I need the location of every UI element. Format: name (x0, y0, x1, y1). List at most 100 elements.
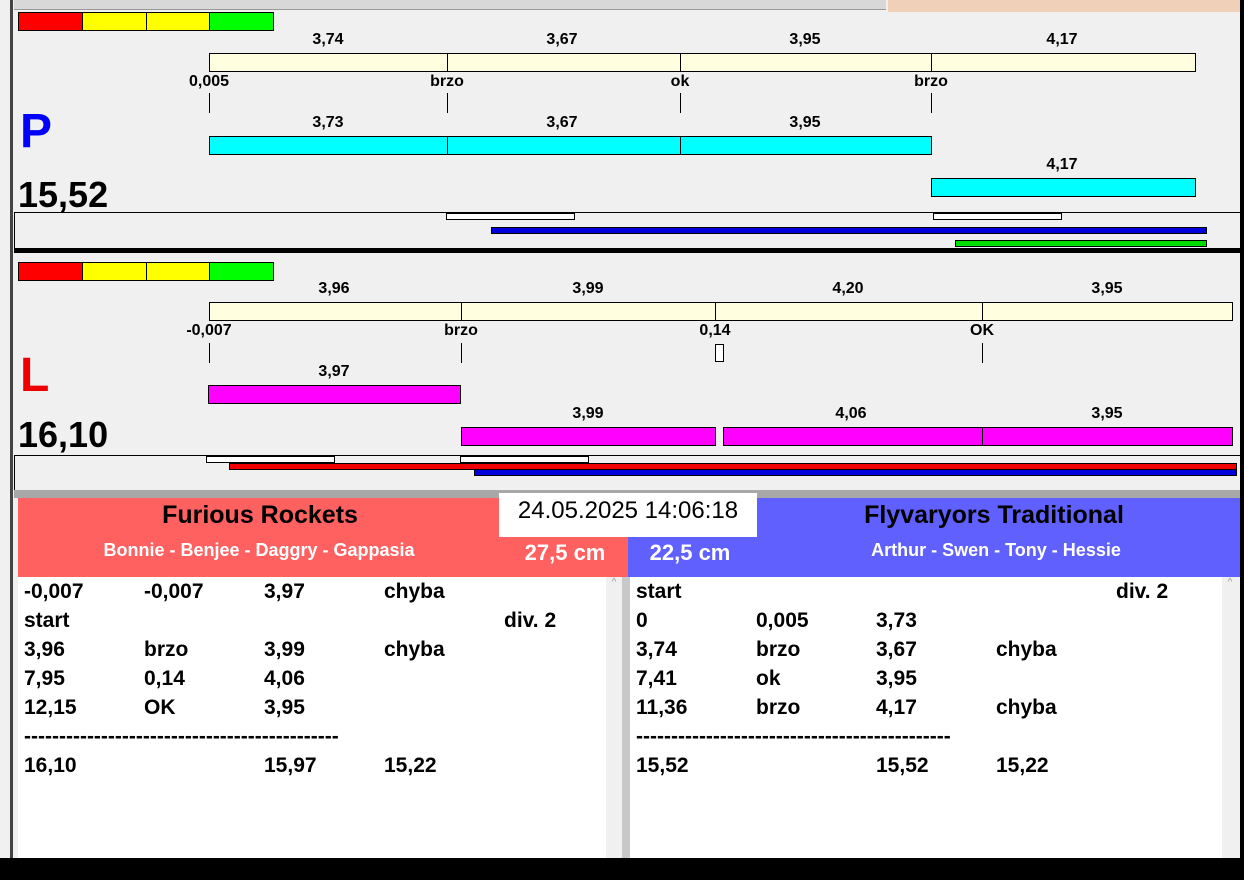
list-cell: 11,36 (636, 696, 688, 719)
list-cell: 15,52 (636, 754, 689, 777)
l-reference-segment (461, 302, 716, 321)
l-tick-box (715, 344, 724, 362)
right-results-list[interactable]: start div. 2 0 0,005 3,73 3,74 brzo 3,67 chyba 7,… (630, 577, 1222, 858)
list-cell: 15,22 (996, 754, 1049, 777)
p-color-scale (18, 12, 274, 31)
bottom-frame (0, 858, 1244, 880)
l-lane1-segment (208, 385, 461, 404)
p-tick (680, 93, 681, 113)
p-letter: P (20, 105, 53, 158)
l-reference-segment (715, 302, 983, 321)
list-cell: 0,005 (756, 609, 809, 632)
list-cell: OK (144, 696, 176, 719)
list-cell: brzo (144, 638, 189, 661)
p-lane1-segment (680, 136, 932, 155)
p-tick (447, 93, 448, 113)
p-blue-line (491, 227, 1207, 234)
p-reference-segment (209, 53, 448, 72)
list-cell: 15,97 (264, 754, 317, 777)
l-lane2-value: 4,06 (835, 405, 867, 422)
p-top-value: 3,95 (789, 31, 821, 48)
l-blue-line (474, 469, 1237, 476)
list-cell: ----------------------------------------… (24, 725, 339, 748)
p-top-value: 3,67 (546, 31, 578, 48)
right-team-distance: 22,5 cm (649, 540, 731, 565)
p-marker-box (446, 213, 575, 220)
list-cell: brzo (756, 696, 801, 719)
list-cell: 3,67 (876, 638, 917, 661)
p-mark: 0,005 (188, 73, 230, 90)
l-lane2-segment (723, 427, 983, 446)
l-reference-segment (982, 302, 1233, 321)
p-lane1-segment (447, 136, 681, 155)
list-cell: 15,22 (384, 754, 437, 777)
l-marker-box (460, 456, 589, 463)
l-tick (209, 343, 210, 363)
list-cell: 16,10 (24, 754, 77, 777)
p-total: 15,52 (18, 174, 109, 215)
top-tab-strip (14, 0, 886, 10)
list-cell: div. 2 (504, 609, 557, 632)
l-top-value: 3,95 (1091, 280, 1123, 297)
l-top-value: 3,96 (318, 280, 350, 297)
right-scrollbar[interactable]: ^ (1222, 577, 1238, 858)
scroll-up-icon[interactable]: ^ (1222, 577, 1238, 588)
left-results-list[interactable]: -0,007 -0,007 3,97 chyba start div. 2 3,96 brzo… (18, 577, 606, 858)
p-tick (209, 93, 210, 113)
right-team-members: Arthur - Swen - Tony - Hessie (871, 540, 1121, 560)
p-mark: ok (670, 73, 690, 90)
l-lane2-segment (461, 427, 716, 446)
list-cell: 4,17 (876, 696, 917, 719)
l-mark: -0,007 (186, 322, 232, 339)
list-cell: 15,52 (876, 754, 929, 777)
list-cell: -0,007 (24, 580, 84, 603)
list-cell: 3,96 (24, 638, 65, 661)
l-reference-segment (209, 302, 462, 321)
list-cell: 4,06 (264, 667, 305, 690)
l-lane2-value: 3,95 (1091, 405, 1123, 422)
list-cell: start (636, 580, 682, 603)
p-top-value: 3,74 (312, 31, 344, 48)
l-mark: 0,14 (699, 322, 731, 339)
list-cell: brzo (756, 638, 801, 661)
list-cell: chyba (384, 638, 445, 661)
left-team-members: Bonnie - Benjee - Daggry - Gappasia (103, 540, 415, 560)
list-cell: 3,73 (876, 609, 917, 632)
list-cell: chyba (384, 580, 445, 603)
left-frame (10, 0, 13, 880)
p-lane2-segment (931, 178, 1196, 197)
p-mark: brzo (914, 73, 948, 90)
list-cell: chyba (996, 696, 1057, 719)
list-cell: div. 2 (1116, 580, 1169, 603)
p-tick (931, 93, 932, 113)
p-reference-segment (931, 53, 1196, 72)
list-cell: start (24, 609, 70, 632)
l-total: 16,10 (18, 414, 109, 455)
list-cell: 3,97 (264, 580, 305, 603)
left-scrollbar[interactable]: ^ (606, 577, 622, 858)
list-cell: ok (756, 667, 781, 690)
l-tick (982, 343, 983, 363)
p-top-value: 4,17 (1046, 31, 1078, 48)
p-lane1-value: 3,73 (312, 114, 344, 131)
p-green-line (955, 240, 1207, 247)
l-mark: OK (970, 322, 994, 339)
p-lane2-value: 4,17 (1046, 156, 1078, 173)
p-lane1-value: 3,95 (789, 114, 821, 131)
left-team-name: Furious Rockets (162, 501, 358, 529)
list-cell: 0 (636, 609, 648, 632)
l-mark: brzo (444, 322, 478, 339)
list-cell: ----------------------------------------… (636, 725, 951, 748)
list-cell: 7,41 (636, 667, 677, 690)
l-lane2-value: 3,99 (572, 405, 604, 422)
l-letter: L (20, 349, 50, 402)
list-cell: 0,14 (144, 667, 185, 690)
p-lane1-segment (209, 136, 448, 155)
list-cell: 3,95 (876, 667, 917, 690)
p-mark: brzo (430, 73, 464, 90)
list-cell: -0,007 (144, 580, 204, 603)
scroll-up-icon[interactable]: ^ (606, 577, 622, 588)
list-cell: 3,95 (264, 696, 305, 719)
list-cell: 3,99 (264, 638, 305, 661)
panel-divider (14, 248, 1240, 253)
